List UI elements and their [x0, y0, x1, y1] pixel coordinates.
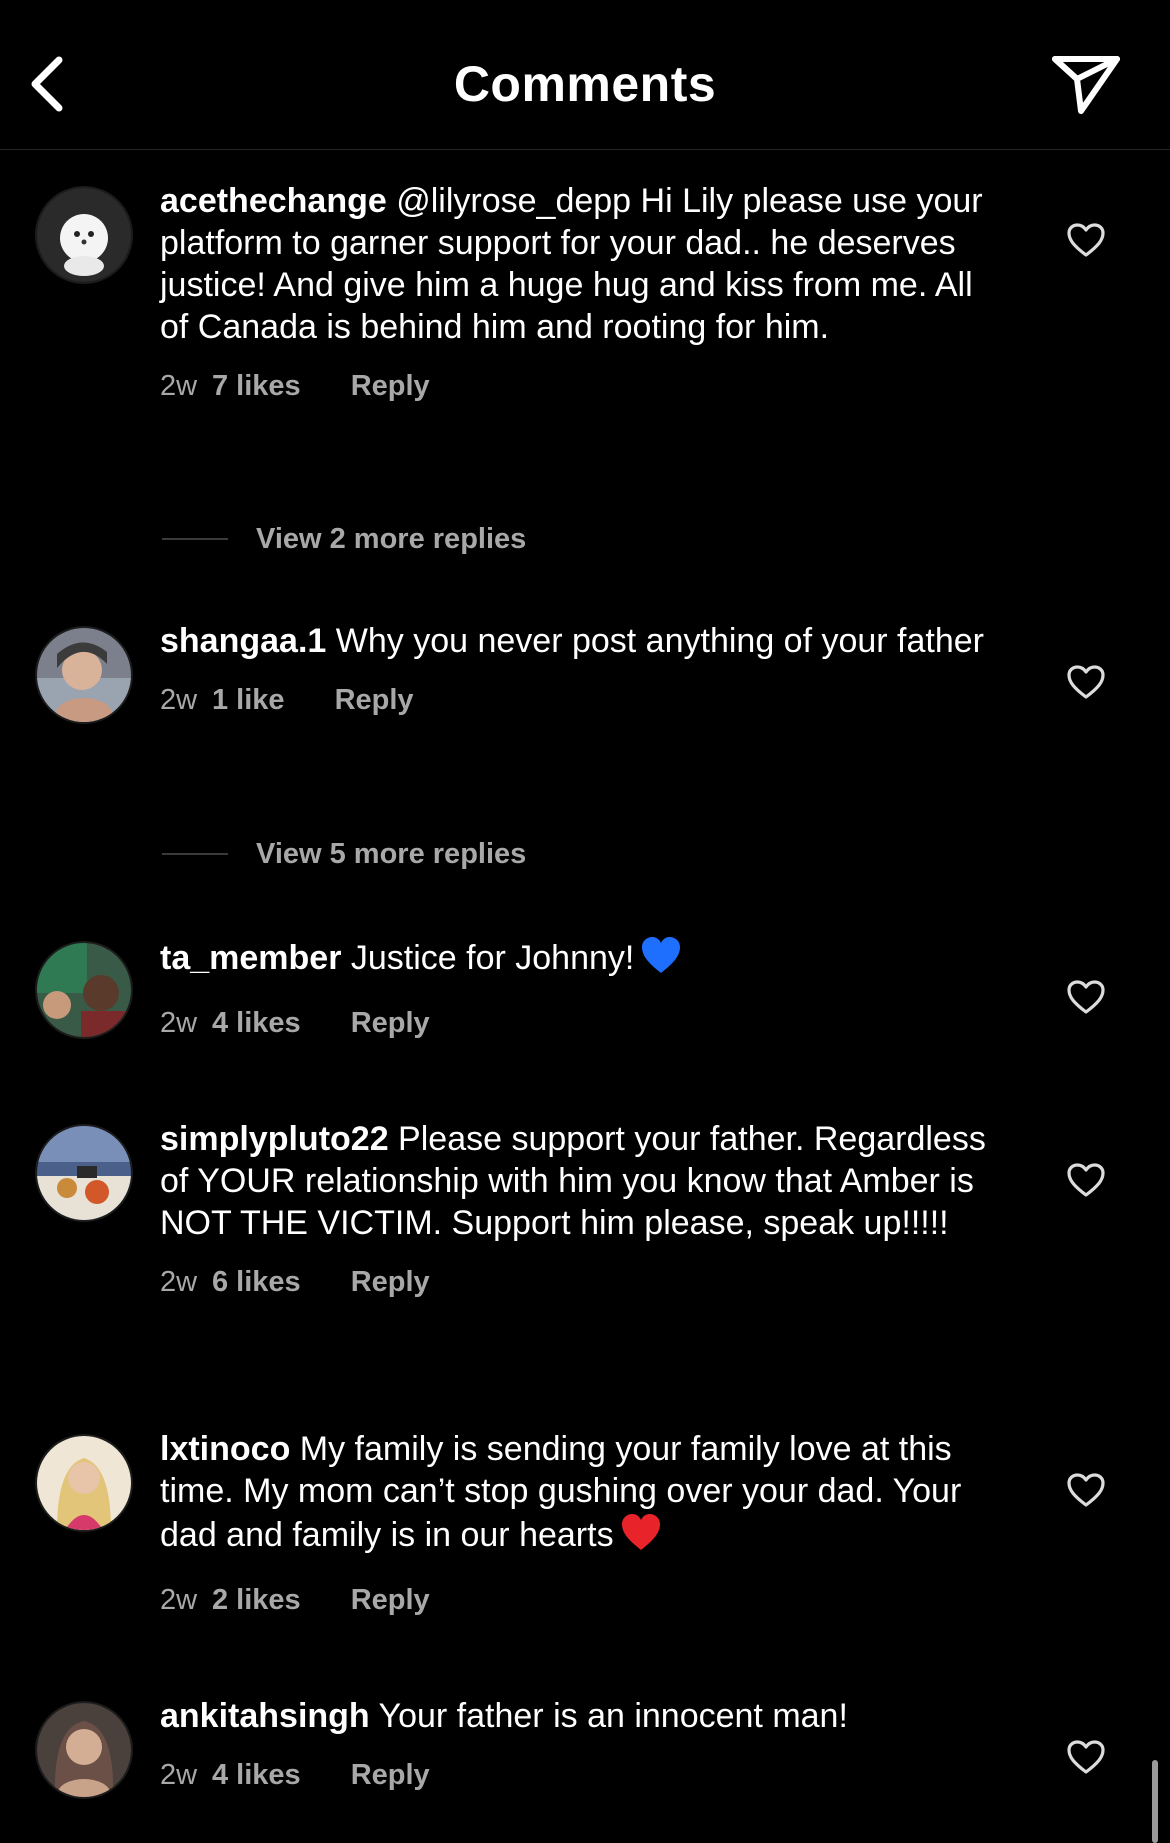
reply-button[interactable]: Reply: [351, 366, 430, 406]
red-heart-icon: [620, 1512, 662, 1562]
like-button[interactable]: [1064, 220, 1108, 260]
comment-time: 2w: [160, 1007, 198, 1039]
comment-username[interactable]: shangaa.1: [160, 622, 326, 660]
comment-text: ankitahsingh Your father is an innocent …: [160, 1695, 1010, 1737]
like-button[interactable]: [1064, 1160, 1108, 1200]
replies-divider: [162, 538, 228, 540]
reply-button[interactable]: Reply: [351, 1003, 430, 1043]
heart-outline-icon: [1067, 665, 1105, 699]
heart-outline-icon: [1067, 1473, 1105, 1507]
comment-text: lxtinoco My family is sending your famil…: [160, 1428, 1010, 1562]
scrollbar[interactable]: [1152, 1760, 1158, 1843]
view-replies-button[interactable]: View 2 more replies: [162, 519, 526, 559]
heart-outline-icon: [1067, 980, 1105, 1014]
like-button[interactable]: [1064, 662, 1108, 702]
comment-likes[interactable]: 2 likes: [212, 1580, 301, 1620]
avatar[interactable]: [37, 188, 131, 282]
comment-text: shangaa.1 Why you never post anything of…: [160, 620, 1010, 662]
comment-likes[interactable]: 7 likes: [212, 366, 301, 406]
view-replies-button[interactable]: View 5 more replies: [162, 834, 526, 874]
like-button[interactable]: [1064, 1470, 1108, 1510]
replies-divider: [162, 853, 228, 855]
comment-likes[interactable]: 6 likes: [212, 1262, 301, 1302]
page-title: Comments: [453, 56, 717, 112]
comment-meta: 2w 4 likes Reply: [160, 1003, 1010, 1043]
heart-outline-icon: [1067, 1740, 1105, 1774]
comment-meta: 2w 7 likes Reply: [160, 366, 1010, 406]
comment-time: 2w: [160, 1759, 198, 1791]
paper-plane-icon: [1052, 56, 1120, 114]
avatar[interactable]: [37, 1703, 131, 1797]
view-replies-label: View 2 more replies: [256, 522, 527, 555]
view-replies-label: View 5 more replies: [256, 837, 527, 870]
comment-username[interactable]: lxtinoco: [160, 1430, 290, 1468]
reply-button[interactable]: Reply: [351, 1580, 430, 1620]
like-button[interactable]: [1064, 977, 1108, 1017]
comment-body: Why you never post anything of your fath…: [326, 622, 984, 660]
comment-likes[interactable]: 4 likes: [212, 1755, 301, 1795]
comment-username[interactable]: ankitahsingh: [160, 1697, 370, 1735]
blue-heart-icon: [640, 935, 682, 985]
comment-body: Your father is an innocent man!: [369, 1697, 848, 1735]
comment-likes[interactable]: 1 like: [212, 680, 285, 720]
avatar[interactable]: [37, 943, 131, 1037]
comment-username[interactable]: ta_member: [160, 939, 341, 977]
header-bar: Comments: [0, 0, 1170, 150]
like-button[interactable]: [1064, 1737, 1108, 1777]
comment-text: acethechange @lilyrose_depp Hi Lily plea…: [160, 180, 1010, 348]
comment-username[interactable]: simplypluto22: [160, 1120, 389, 1158]
avatar[interactable]: [37, 1126, 131, 1220]
comment-likes[interactable]: 4 likes: [212, 1003, 301, 1043]
reply-button[interactable]: Reply: [351, 1755, 430, 1795]
comment-meta: 2w 6 likes Reply: [160, 1262, 1010, 1302]
comment-body: Justice for Johnny!: [341, 939, 635, 977]
comment-time: 2w: [160, 370, 198, 402]
comment-text: simplypluto22 Please support your father…: [160, 1118, 1010, 1244]
avatar[interactable]: [37, 1436, 131, 1530]
comment-meta: 2w 1 like Reply: [160, 680, 1010, 720]
comment-text: ta_member Justice for Johnny!: [160, 935, 1010, 985]
share-button[interactable]: [1050, 50, 1122, 118]
reply-button[interactable]: Reply: [351, 1262, 430, 1302]
comment-meta: 2w 4 likes Reply: [160, 1755, 1010, 1795]
comment-time: 2w: [160, 1266, 198, 1298]
heart-outline-icon: [1067, 223, 1105, 257]
heart-outline-icon: [1067, 1163, 1105, 1197]
comment-meta: 2w 2 likes Reply: [160, 1580, 1010, 1620]
comment-time: 2w: [160, 1584, 198, 1616]
reply-button[interactable]: Reply: [335, 680, 414, 720]
comment-username[interactable]: acethechange: [160, 182, 387, 220]
avatar[interactable]: [37, 628, 131, 722]
comment-time: 2w: [160, 684, 198, 716]
